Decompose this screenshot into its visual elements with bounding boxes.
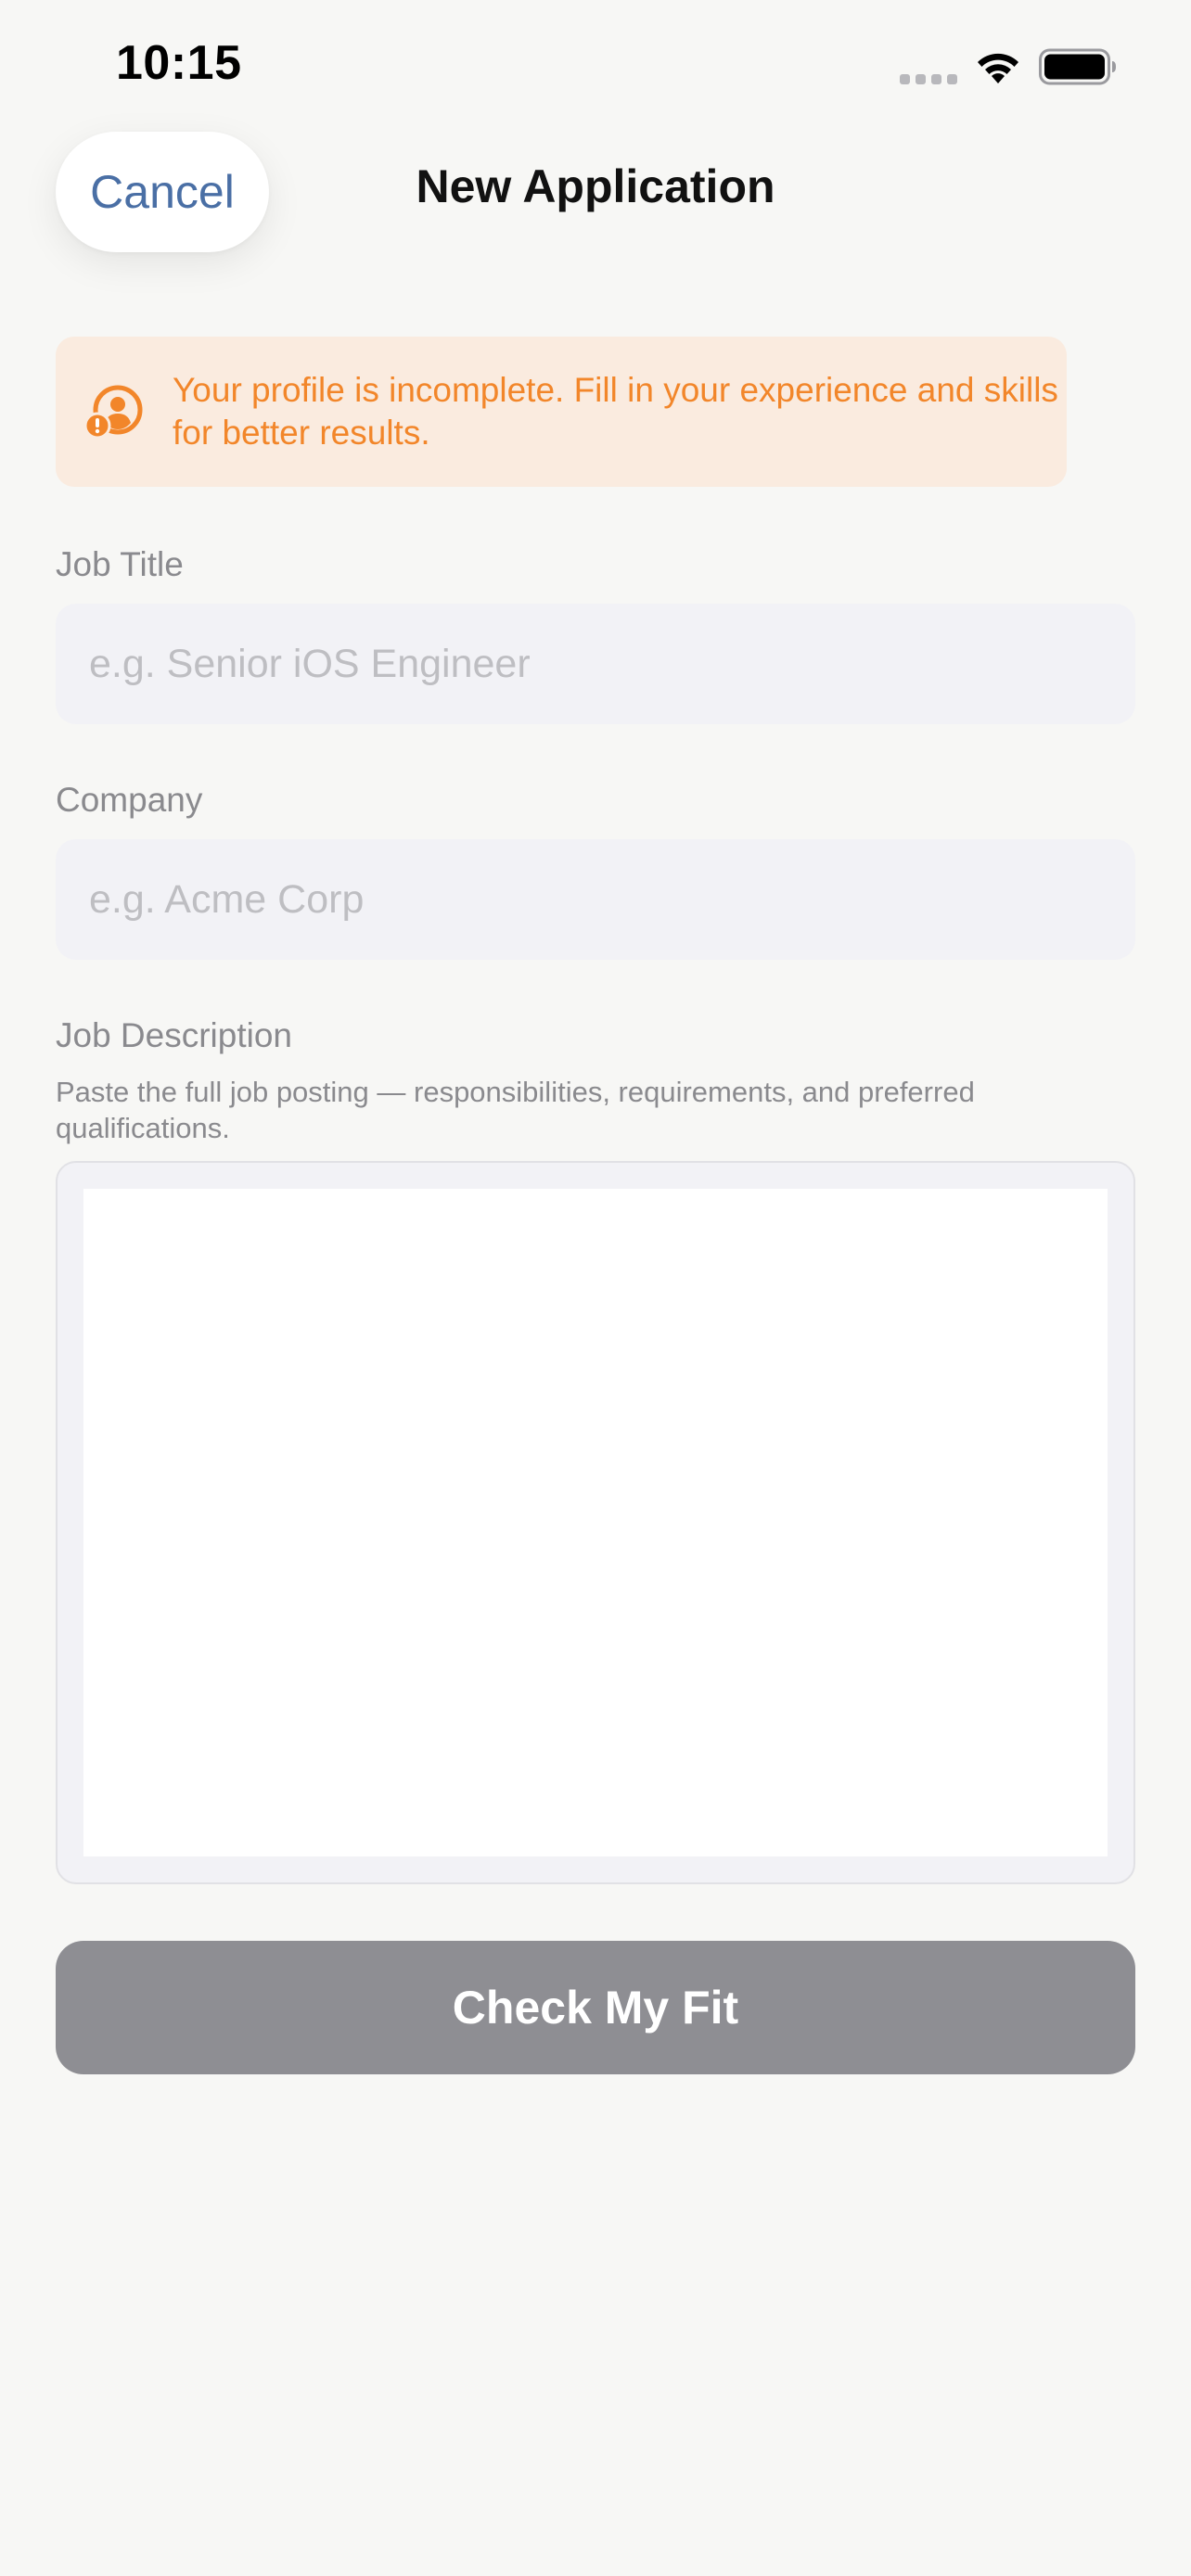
status-bar: 10:15: [0, 0, 1191, 139]
company-input[interactable]: [56, 839, 1135, 960]
job-title-input[interactable]: [56, 604, 1135, 724]
new-application-screen: 10:15 Cancel New Application Your profil…: [0, 0, 1191, 2576]
check-my-fit-button[interactable]: Check My Fit: [56, 1941, 1135, 2074]
job-description-label: Job Description: [56, 1016, 293, 1054]
profile-incomplete-banner[interactable]: Your profile is incomplete. Fill in your…: [56, 337, 1067, 487]
status-time: 10:15: [116, 36, 242, 90]
company-label: Company: [56, 781, 203, 819]
cellular-signal-icon: [900, 74, 957, 85]
profile-warning-icon: [83, 385, 143, 440]
page-title: New Application: [416, 160, 775, 212]
wifi-icon: [978, 53, 1018, 83]
job-description-container: [56, 1161, 1135, 1884]
job-title-label: Job Title: [56, 545, 184, 583]
job-description-hint: Paste the full job posting — responsibil…: [56, 1076, 975, 1144]
banner-message: Your profile is incomplete. Fill in your…: [173, 371, 1058, 452]
job-description-textarea[interactable]: [83, 1189, 1108, 1856]
battery-icon: [1039, 48, 1116, 85]
